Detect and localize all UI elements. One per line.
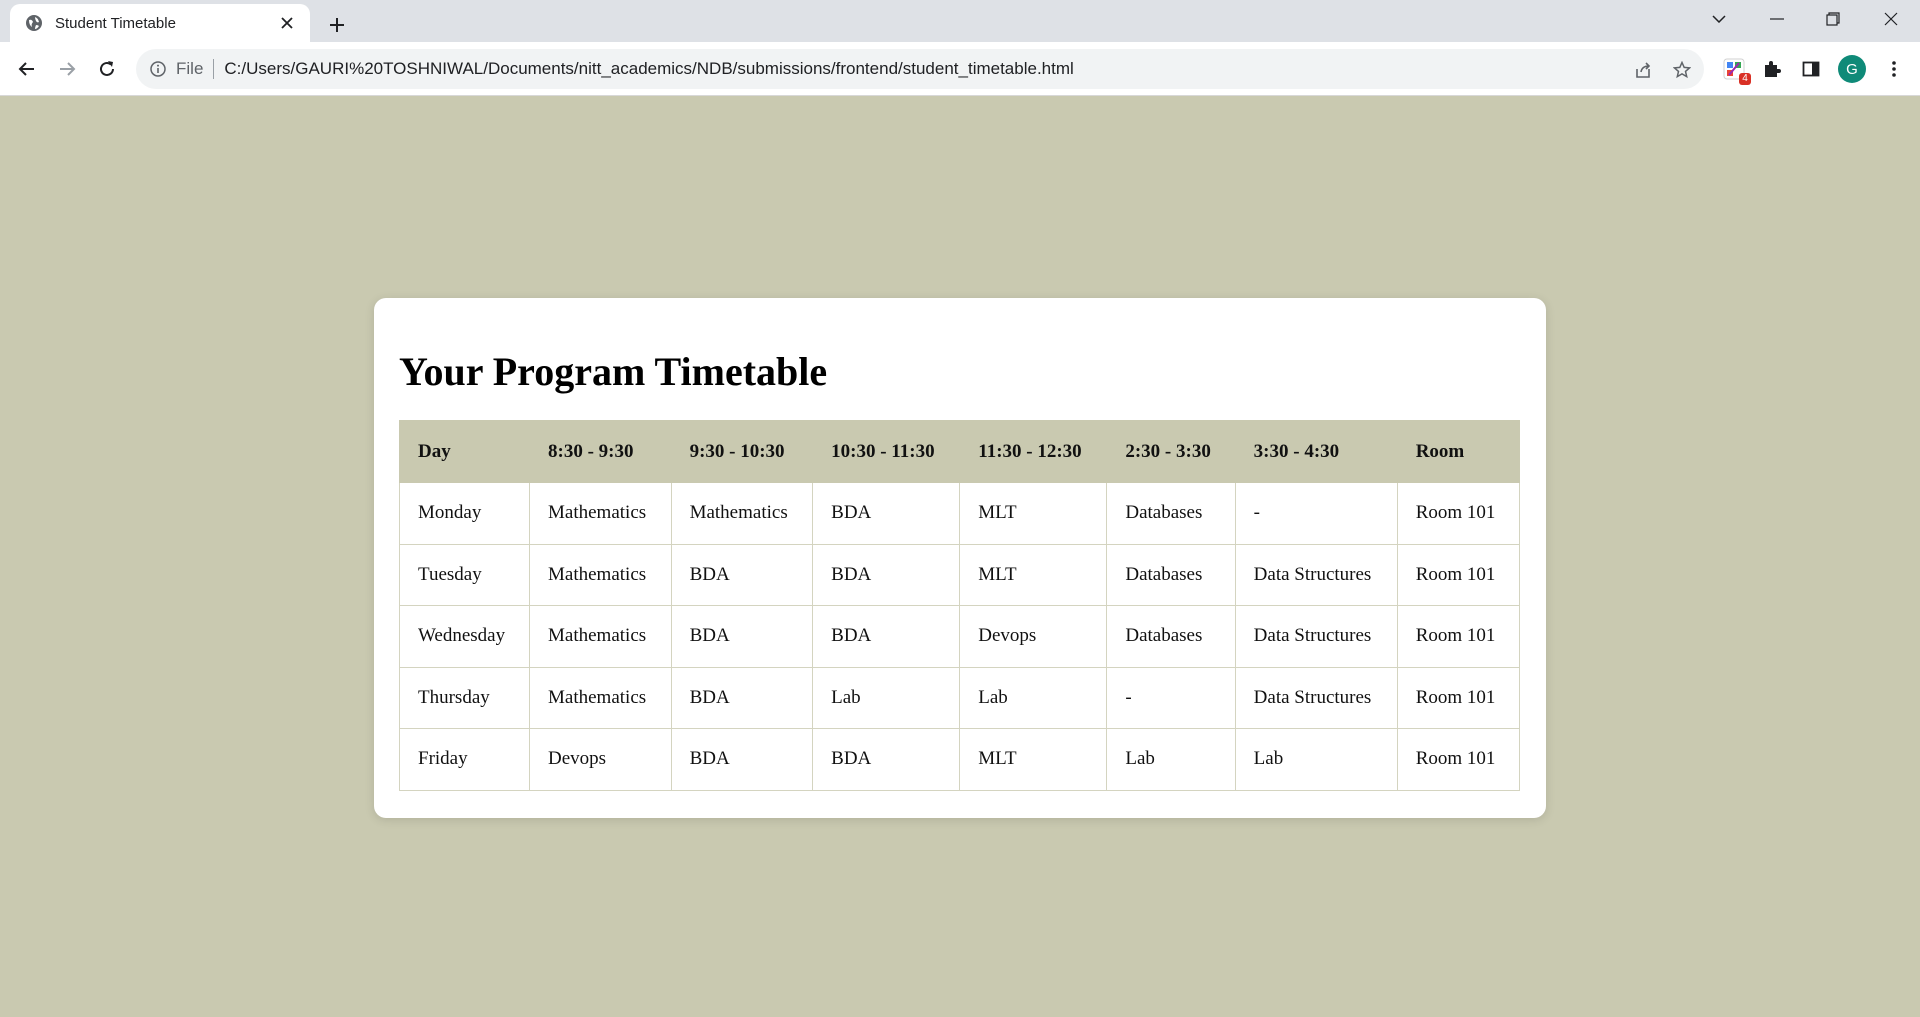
window-close-icon[interactable] [1862, 0, 1920, 38]
globe-icon [25, 14, 43, 32]
address-bar[interactable]: File C:/Users/GAURI%20TOSHNIWAL/Document… [136, 49, 1704, 89]
table-cell: Mathematics [529, 482, 672, 545]
column-header: 3:30 - 4:30 [1234, 420, 1398, 483]
table-row: Monday Mathematics Mathematics BDA MLT D… [398, 482, 1521, 545]
table-row: Friday Devops BDA BDA MLT Lab Lab Room 1… [398, 728, 1521, 791]
table-cell: Devops [529, 728, 672, 791]
kebab-menu-icon[interactable] [1880, 55, 1908, 83]
table-cell: Devops [959, 605, 1108, 668]
column-header: Room [1396, 420, 1521, 483]
column-header: 2:30 - 3:30 [1106, 420, 1236, 483]
table-cell: Thursday [398, 666, 531, 729]
table-cell: BDA [670, 543, 814, 606]
table-cell: Lab [1234, 728, 1398, 791]
column-header: 11:30 - 12:30 [959, 420, 1108, 483]
table-cell: Lab [1106, 728, 1236, 791]
tab-title: Student Timetable [55, 14, 176, 32]
table-cell: Room 101 [1396, 543, 1521, 606]
table-cell: BDA [812, 482, 961, 545]
star-icon[interactable] [1669, 57, 1695, 83]
timetable: Day 8:30 - 9:30 9:30 - 10:30 10:30 - 11:… [398, 420, 1521, 791]
extension-icon[interactable]: 4 [1720, 55, 1751, 85]
table-cell: Monday [398, 482, 531, 545]
table-cell: Mathematics [529, 543, 672, 606]
table-cell: BDA [670, 666, 814, 729]
table-cell: Mathematics [529, 605, 672, 668]
puzzle-icon[interactable] [1758, 55, 1786, 83]
table-cell: Room 101 [1396, 605, 1521, 668]
minimize-icon[interactable] [1748, 0, 1806, 38]
table-cell: - [1234, 482, 1398, 545]
column-header: 10:30 - 11:30 [812, 420, 961, 483]
table-cell: Friday [398, 728, 531, 791]
table-cell: Room 101 [1396, 728, 1521, 791]
browser-toolbar: File C:/Users/GAURI%20TOSHNIWAL/Document… [0, 42, 1920, 96]
table-cell: - [1106, 666, 1236, 729]
table-cell: Room 101 [1396, 666, 1521, 729]
column-header: 8:30 - 9:30 [529, 420, 672, 483]
url-text[interactable]: C:/Users/GAURI%20TOSHNIWAL/Documents/nit… [224, 59, 1073, 79]
table-cell: Lab [812, 666, 961, 729]
arrow-right-icon[interactable] [51, 53, 83, 85]
file-label: File [176, 59, 204, 78]
table-cell: MLT [959, 728, 1108, 791]
restore-icon[interactable] [1804, 0, 1862, 38]
table-cell: Data Structures [1234, 543, 1398, 606]
table-cell: Lab [959, 666, 1108, 729]
tab-bar: Student Timetable [0, 0, 1920, 42]
arrow-left-icon[interactable] [11, 53, 43, 85]
table-cell: BDA [812, 543, 961, 606]
page-title: Your Program Timetable [399, 349, 828, 394]
table-cell: Mathematics [529, 666, 672, 729]
table-cell: Data Structures [1234, 666, 1398, 729]
info-icon[interactable] [148, 59, 168, 79]
table-cell: Data Structures [1234, 605, 1398, 668]
table-cell: BDA [812, 605, 961, 668]
close-icon[interactable] [276, 12, 298, 34]
table-cell: BDA [670, 605, 814, 668]
reload-icon[interactable] [91, 53, 123, 85]
browser-tab[interactable]: Student Timetable [10, 4, 310, 42]
table-cell: BDA [812, 728, 961, 791]
tab-search-chevron-icon[interactable] [1690, 0, 1748, 38]
table-cell: MLT [959, 543, 1108, 606]
table-cell: Databases [1106, 605, 1236, 668]
table-row: Wednesday Mathematics BDA BDA Devops Dat… [398, 605, 1521, 668]
table-cell: Databases [1106, 543, 1236, 606]
extension-badge: 4 [1739, 73, 1751, 85]
timetable-card: Your Program Timetable Day 8:30 - 9:30 9… [374, 298, 1546, 818]
table-cell: MLT [959, 482, 1108, 545]
table-header-row: Day 8:30 - 9:30 9:30 - 10:30 10:30 - 11:… [398, 420, 1521, 483]
table-row: Tuesday Mathematics BDA BDA MLT Database… [398, 543, 1521, 606]
side-panel-icon[interactable] [1797, 55, 1825, 83]
table-cell: Tuesday [398, 543, 531, 606]
table-row: Thursday Mathematics BDA Lab Lab - Data … [398, 666, 1521, 729]
column-header: Day [398, 420, 531, 483]
table-cell: Wednesday [398, 605, 531, 668]
table-cell: Mathematics [670, 482, 814, 545]
table-cell: BDA [670, 728, 814, 791]
share-icon[interactable] [1630, 57, 1656, 83]
avatar[interactable]: G [1838, 55, 1866, 83]
plus-icon[interactable] [322, 10, 352, 40]
table-cell: Room 101 [1396, 482, 1521, 545]
column-header: 9:30 - 10:30 [670, 420, 814, 483]
separator [213, 59, 215, 79]
table-cell: Databases [1106, 482, 1236, 545]
